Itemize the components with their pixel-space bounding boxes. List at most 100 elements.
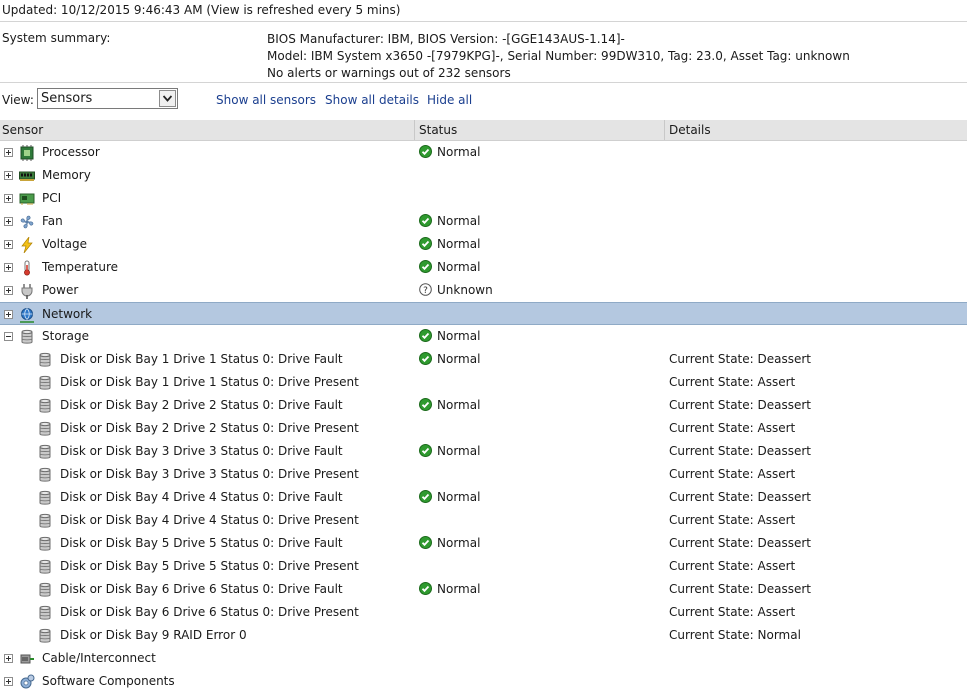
show-all-details-link[interactable]: Show all details xyxy=(325,93,419,107)
hide-all-link[interactable]: Hide all xyxy=(427,93,472,107)
sensor-label: Disk or Disk Bay 5 Drive 5 Status 0: Dri… xyxy=(60,559,359,573)
details-cell: Current State: Assert xyxy=(669,605,796,619)
status-text: Normal xyxy=(437,145,481,159)
details-cell: Current State: Deassert xyxy=(669,398,812,412)
status-text: Normal xyxy=(437,582,481,596)
details-cell: Current State: Assert xyxy=(669,421,796,435)
sensor-group-row[interactable]: Processor Normal xyxy=(0,141,967,164)
expand-toggle-icon[interactable] xyxy=(4,194,13,203)
sensor-row[interactable]: Disk or Disk Bay 3 Drive 3 Status 0: Dri… xyxy=(0,440,967,463)
sensor-row[interactable]: Disk or Disk Bay 5 Drive 5 Status 0: Dri… xyxy=(0,532,967,555)
sensor-row[interactable]: Disk or Disk Bay 6 Drive 6 Status 0: Dri… xyxy=(0,601,967,624)
sensor-row[interactable]: Disk or Disk Bay 2 Drive 2 Status 0: Dri… xyxy=(0,417,967,440)
divider xyxy=(0,21,967,22)
bios-info: BIOS Manufacturer: IBM, BIOS Version: -[… xyxy=(267,32,625,46)
sensor-row[interactable]: Disk or Disk Bay 2 Drive 2 Status 0: Dri… xyxy=(0,394,967,417)
sensor-label: Fan xyxy=(42,214,63,228)
sensor-row[interactable]: Disk or Disk Bay 3 Drive 3 Status 0: Dri… xyxy=(0,463,967,486)
disk-icon xyxy=(37,444,53,460)
sensor-label: Disk or Disk Bay 3 Drive 3 Status 0: Dri… xyxy=(60,467,359,481)
details-cell: Current State: Assert xyxy=(669,467,796,481)
sensor-group-row[interactable]: PCI xyxy=(0,187,967,210)
sensor-label: Disk or Disk Bay 6 Drive 6 Status 0: Dri… xyxy=(60,605,359,619)
collapse-toggle-icon[interactable] xyxy=(4,332,13,341)
column-header-sensor[interactable]: Sensor xyxy=(2,123,43,137)
alerts-info: No alerts or warnings out of 232 sensors xyxy=(267,66,511,80)
column-header-details[interactable]: Details xyxy=(669,123,711,137)
normal-status-icon xyxy=(419,352,432,365)
sensor-label: Network xyxy=(42,307,93,321)
sensor-row[interactable]: Disk or Disk Bay 1 Drive 1 Status 0: Dri… xyxy=(0,348,967,371)
status-text: Normal xyxy=(437,536,481,550)
expand-toggle-icon[interactable] xyxy=(4,677,13,686)
details-cell: Current State: Assert xyxy=(669,559,796,573)
sensor-label: PCI xyxy=(42,191,62,205)
updated-timestamp: Updated: 10/12/2015 9:46:43 AM (View is … xyxy=(2,3,401,17)
expand-toggle-icon[interactable] xyxy=(4,310,13,319)
normal-status-icon xyxy=(419,444,432,457)
sensor-row[interactable]: Disk or Disk Bay 4 Drive 4 Status 0: Dri… xyxy=(0,486,967,509)
expand-toggle-icon[interactable] xyxy=(4,240,13,249)
normal-status-icon xyxy=(419,490,432,503)
column-header-status[interactable]: Status xyxy=(419,123,457,137)
expand-toggle-icon[interactable] xyxy=(4,148,13,157)
sensor-group-row[interactable]: Memory xyxy=(0,164,967,187)
normal-status-icon xyxy=(419,260,432,273)
view-select-value: Sensors xyxy=(41,91,93,106)
view-select[interactable]: Sensors xyxy=(37,88,178,109)
sensor-label: Temperature xyxy=(42,260,119,274)
details-cell: Current State: Deassert xyxy=(669,444,812,458)
normal-status-icon xyxy=(419,214,432,227)
sensor-group-row[interactable]: Temperature Normal xyxy=(0,256,967,279)
voltage-icon xyxy=(19,236,35,254)
sensor-group-row[interactable]: Cable/Interconnect xyxy=(0,647,967,670)
sensor-label: Cable/Interconnect xyxy=(42,651,156,665)
disk-icon xyxy=(37,421,53,437)
disk-icon xyxy=(37,398,53,414)
system-summary-label: System summary: xyxy=(2,31,111,45)
sensor-group-row[interactable]: Power? Unknown xyxy=(0,279,967,302)
chevron-down-icon[interactable] xyxy=(159,90,176,107)
expand-toggle-icon[interactable] xyxy=(4,217,13,226)
status-text: Normal xyxy=(437,214,481,228)
disk-icon xyxy=(37,582,53,598)
sensor-row[interactable]: Disk or Disk Bay 6 Drive 6 Status 0: Dri… xyxy=(0,578,967,601)
sensor-row[interactable]: Disk or Disk Bay 1 Drive 1 Status 0: Dri… xyxy=(0,371,967,394)
software-icon xyxy=(19,674,35,690)
disk-icon xyxy=(37,536,53,552)
details-cell: Current State: Assert xyxy=(669,513,796,527)
sensor-label: Disk or Disk Bay 5 Drive 5 Status 0: Dri… xyxy=(60,536,343,550)
sensor-label: Disk or Disk Bay 4 Drive 4 Status 0: Dri… xyxy=(60,490,343,504)
show-all-sensors-link[interactable]: Show all sensors xyxy=(216,93,316,107)
status-text: Normal xyxy=(437,237,481,251)
sensor-group-row[interactable]: Fan Normal xyxy=(0,210,967,233)
pci-icon xyxy=(19,191,35,207)
expand-toggle-icon[interactable] xyxy=(4,171,13,180)
expand-toggle-icon[interactable] xyxy=(4,654,13,663)
sensor-label: Power xyxy=(42,283,79,297)
sensor-group-row[interactable]: Network xyxy=(0,302,967,325)
status-text: Normal xyxy=(437,398,481,412)
sensor-label: Storage xyxy=(42,329,89,343)
sensor-group-row[interactable]: Voltage Normal xyxy=(0,233,967,256)
sensor-label: Voltage xyxy=(42,237,88,251)
expand-toggle-icon[interactable] xyxy=(4,263,13,272)
power-icon xyxy=(19,283,35,299)
unknown-status-icon: ? xyxy=(419,283,432,296)
disk-icon xyxy=(37,559,53,575)
sensor-row[interactable]: Disk or Disk Bay 9 RAID Error 0 Current S… xyxy=(0,624,967,647)
sensor-group-row[interactable]: Storage Normal xyxy=(0,325,967,348)
processor-icon xyxy=(19,145,35,161)
network-icon xyxy=(19,307,35,323)
disk-icon xyxy=(37,375,53,391)
expand-toggle-icon[interactable] xyxy=(4,286,13,295)
sensor-label: Disk or Disk Bay 9 RAID Error 0 xyxy=(60,628,247,642)
table-header: Sensor Status Details xyxy=(0,120,967,141)
memory-icon xyxy=(19,168,35,184)
sensor-row[interactable]: Disk or Disk Bay 4 Drive 4 Status 0: Dri… xyxy=(0,509,967,532)
details-cell: Current State: Deassert xyxy=(669,490,812,504)
sensor-group-row[interactable]: Software Components xyxy=(0,670,967,693)
normal-status-icon xyxy=(419,582,432,595)
sensor-row[interactable]: Disk or Disk Bay 5 Drive 5 Status 0: Dri… xyxy=(0,555,967,578)
sensor-label: Disk or Disk Bay 4 Drive 4 Status 0: Dri… xyxy=(60,513,359,527)
